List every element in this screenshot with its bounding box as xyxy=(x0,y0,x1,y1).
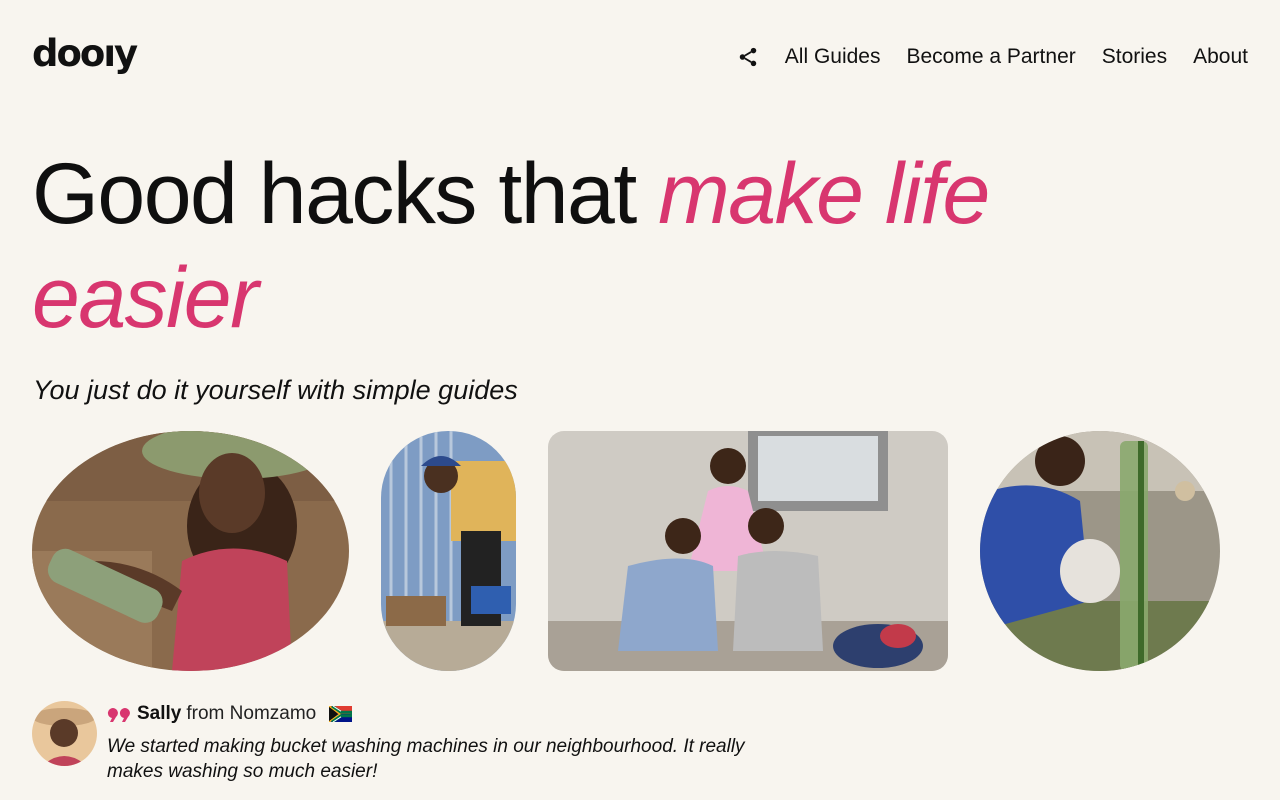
quote-icon xyxy=(107,708,130,722)
top-bar: dooıy All Guides Become a Partner Storie… xyxy=(0,0,1280,112)
main-nav: All Guides Become a Partner Stories Abou… xyxy=(737,42,1248,72)
photo-man-corrugated-wall xyxy=(381,431,516,671)
testimonial-name: Sally xyxy=(137,703,182,724)
hero-title-plain: Good hacks that xyxy=(32,146,659,242)
testimonial-author-line: Sally from Nomzamo xyxy=(107,702,353,726)
nav-become-partner[interactable]: Become a Partner xyxy=(906,42,1075,72)
share-icon[interactable] xyxy=(737,46,759,68)
testimonial: Sally from Nomzamo We started making buc… xyxy=(32,701,832,791)
hero-subtitle: You just do it yourself with simple guid… xyxy=(33,375,518,405)
photo-three-women xyxy=(548,431,948,671)
testimonial-location: from Nomzamo xyxy=(186,703,317,724)
south-africa-flag-icon xyxy=(329,706,353,722)
brand-logo[interactable]: dooıy xyxy=(32,34,138,74)
hero-title: Good hacks that make life easier xyxy=(32,142,1132,350)
avatar xyxy=(32,701,97,766)
nav-stories[interactable]: Stories xyxy=(1102,42,1167,72)
nav-all-guides[interactable]: All Guides xyxy=(785,42,881,72)
testimonial-quote: We started making bucket washing machine… xyxy=(107,736,745,782)
photo-man-bottle-planter xyxy=(980,431,1220,671)
nav-about[interactable]: About xyxy=(1193,42,1248,72)
photo-woman-pouring-bottle xyxy=(32,431,349,671)
